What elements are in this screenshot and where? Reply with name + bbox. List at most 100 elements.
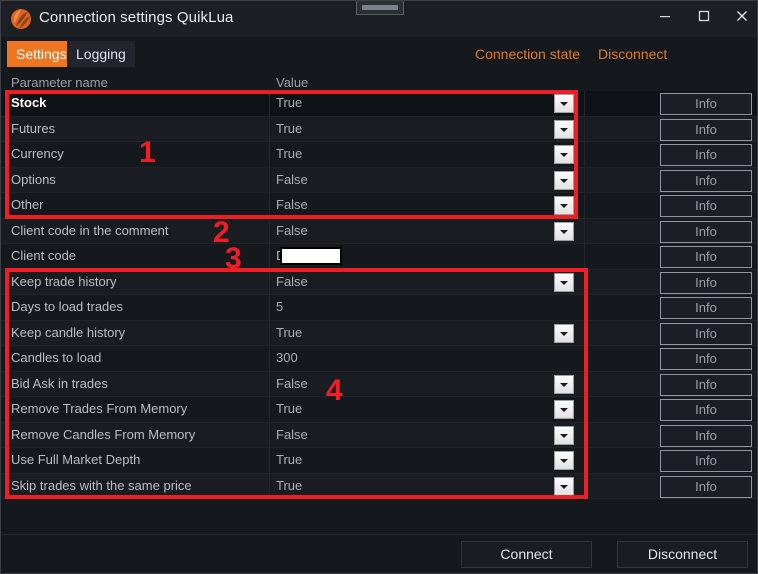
table-row[interactable]: Client codeDInfo xyxy=(1,244,757,270)
parameter-name-cell: Options xyxy=(11,171,56,187)
chevron-down-icon[interactable] xyxy=(554,119,574,139)
table-row[interactable]: Other False Info xyxy=(1,193,757,219)
parameter-value-cell[interactable]: True xyxy=(276,325,302,340)
column-divider xyxy=(584,91,585,117)
table-row[interactable]: Remove Trades From Memory True Info xyxy=(1,397,757,423)
header-disconnect-link[interactable]: Disconnect xyxy=(598,46,667,62)
maximize-button[interactable] xyxy=(683,1,725,31)
chevron-down-icon[interactable] xyxy=(554,170,574,190)
parameter-value-cell[interactable]: True xyxy=(276,121,302,136)
chevron-down-icon[interactable] xyxy=(554,196,574,215)
grid-column-headers: Parameter name Value xyxy=(1,75,757,91)
column-divider xyxy=(269,422,270,448)
parameter-value-cell[interactable]: True xyxy=(276,146,302,161)
title-bar: Connection settings QuikLua xyxy=(1,1,757,37)
info-button[interactable]: Info xyxy=(660,195,752,217)
parameter-value-cell[interactable]: 300 xyxy=(276,350,298,365)
table-row[interactable]: Skip trades with the same price True Info xyxy=(1,473,757,499)
minimize-icon xyxy=(660,16,670,18)
column-divider xyxy=(584,473,585,499)
parameter-value-cell[interactable]: True xyxy=(276,401,302,416)
chevron-down-icon[interactable] xyxy=(554,451,574,470)
chevron-down-icon[interactable] xyxy=(554,221,574,241)
table-row[interactable]: Days to load trades 5 Info xyxy=(1,295,757,321)
info-button[interactable]: Info xyxy=(660,246,752,268)
table-row[interactable]: Options False Info xyxy=(1,167,757,193)
table-row[interactable]: Keep trade history False Info xyxy=(1,269,757,295)
column-divider xyxy=(269,269,270,295)
parameter-value-cell[interactable]: True xyxy=(276,452,302,467)
parameter-value-cell[interactable]: False xyxy=(276,172,308,187)
info-button[interactable]: Info xyxy=(660,118,752,141)
table-row[interactable]: Use Full Market Depth True Info xyxy=(1,448,757,474)
settings-grid: Stock True Info Futures True Info Currency True… xyxy=(1,91,757,499)
info-button[interactable]: Info xyxy=(660,220,752,243)
column-divider xyxy=(269,244,270,270)
column-divider xyxy=(584,397,585,423)
info-button[interactable]: Info xyxy=(660,271,752,294)
parameter-name-cell: Futures xyxy=(11,120,56,136)
parameter-name-cell: Skip trades with the same price xyxy=(11,477,192,493)
chevron-down-icon[interactable] xyxy=(554,425,574,445)
table-row[interactable]: Remove Candles From Memory False Info xyxy=(1,422,757,448)
chevron-down-icon[interactable] xyxy=(554,476,574,496)
info-button[interactable]: Info xyxy=(660,450,752,472)
minimize-button[interactable] xyxy=(644,1,686,31)
connection-state-link[interactable]: Connection state xyxy=(475,46,580,62)
chevron-down-icon[interactable] xyxy=(554,400,574,419)
window-snap-indicator[interactable] xyxy=(356,1,404,15)
info-button[interactable]: Info xyxy=(660,475,752,498)
parameter-value-cell[interactable]: True xyxy=(276,478,302,493)
parameter-name-cell: Remove Trades From Memory xyxy=(11,401,188,416)
connect-button[interactable]: Connect xyxy=(461,541,592,568)
info-button[interactable]: Info xyxy=(660,424,752,447)
info-button[interactable]: Info xyxy=(660,297,752,319)
parameter-name-cell: Candles to load xyxy=(11,350,102,365)
table-row[interactable]: Bid Ask in trades False Info xyxy=(1,371,757,397)
parameter-value-cell[interactable]: True xyxy=(276,95,302,110)
parameter-value-cell[interactable]: False xyxy=(276,197,308,212)
column-divider xyxy=(584,320,585,346)
chevron-down-icon[interactable] xyxy=(554,145,574,164)
info-button[interactable]: Info xyxy=(660,144,752,166)
info-button[interactable]: Info xyxy=(660,93,752,115)
column-header-parameter-name: Parameter name xyxy=(11,75,108,90)
info-button[interactable]: Info xyxy=(660,348,752,370)
table-row[interactable]: Stock True Info xyxy=(1,91,757,117)
column-divider xyxy=(584,269,585,295)
parameter-value-cell[interactable]: False xyxy=(276,427,308,442)
table-row[interactable]: Futures True Info xyxy=(1,116,757,142)
window-title: Connection settings QuikLua xyxy=(39,9,234,26)
chevron-down-icon[interactable] xyxy=(554,94,574,113)
footer-disconnect-button[interactable]: Disconnect xyxy=(617,541,748,568)
info-button[interactable]: Info xyxy=(660,399,752,421)
column-divider xyxy=(269,473,270,499)
column-divider xyxy=(269,91,270,117)
parameter-value-cell[interactable]: False xyxy=(276,376,308,391)
column-divider xyxy=(584,167,585,193)
chevron-down-icon[interactable] xyxy=(554,272,574,292)
table-row[interactable]: Keep candle history True Info xyxy=(1,320,757,346)
parameter-value-cell[interactable]: 5 xyxy=(276,299,283,314)
info-button[interactable]: Info xyxy=(660,322,752,345)
column-divider xyxy=(584,244,585,270)
table-row[interactable]: Client code in the comment False Info xyxy=(1,218,757,244)
parameter-name-cell: Other xyxy=(11,197,44,212)
close-icon xyxy=(737,11,747,21)
parameter-name-cell: Keep trade history xyxy=(11,273,117,289)
column-divider xyxy=(269,320,270,346)
parameter-value-cell[interactable]: False xyxy=(276,274,308,289)
table-row[interactable]: Candles to load 300 Info xyxy=(1,346,757,372)
parameter-value-cell[interactable]: False xyxy=(276,223,308,238)
info-button[interactable]: Info xyxy=(660,169,752,192)
table-row[interactable]: Currency True Info xyxy=(1,142,757,168)
tab-logging[interactable]: Logging xyxy=(67,41,135,67)
tab-settings[interactable]: Settings xyxy=(7,41,76,67)
info-button[interactable]: Info xyxy=(660,373,752,396)
chevron-down-icon[interactable] xyxy=(554,323,574,343)
column-divider xyxy=(584,422,585,448)
chevron-down-icon[interactable] xyxy=(554,374,574,394)
column-divider xyxy=(584,371,585,397)
parameter-name-cell: Days to load trades xyxy=(11,299,124,314)
close-button[interactable] xyxy=(721,1,757,31)
